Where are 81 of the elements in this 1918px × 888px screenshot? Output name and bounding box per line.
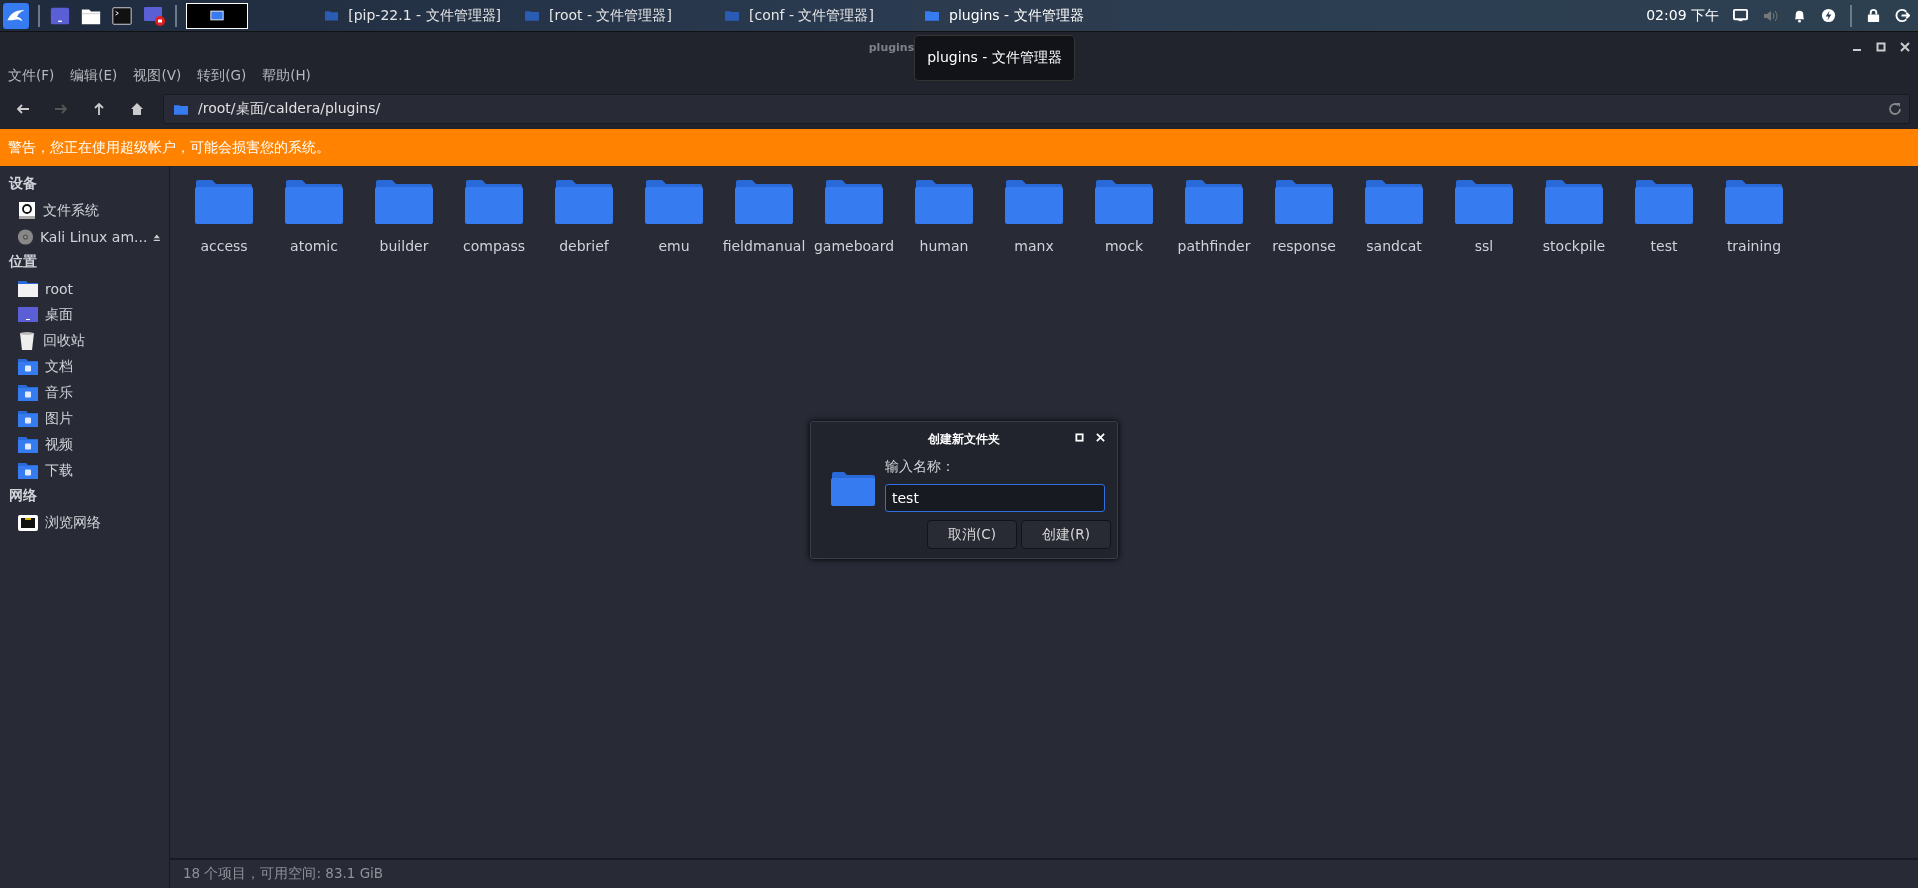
sidebar-item[interactable]: 下载	[45, 462, 73, 480]
menu-item[interactable]: 编辑(E)	[70, 67, 118, 85]
logout-icon[interactable]	[1895, 8, 1910, 23]
pictures-folder-icon	[17, 409, 39, 429]
drive-icon	[17, 201, 37, 221]
sidebar-item[interactable]: 回收站	[43, 332, 85, 350]
window-icon	[210, 10, 224, 21]
sidebar-item[interactable]: 图片	[45, 410, 73, 428]
reload-icon[interactable]	[1887, 101, 1903, 117]
folder-icon	[325, 10, 339, 21]
folder-icon	[831, 472, 875, 506]
sidebar-item[interactable]: 浏览网络	[45, 514, 101, 532]
taskbar-task[interactable]: [root - 文件管理器]	[513, 0, 713, 31]
bell-icon[interactable]	[1792, 8, 1807, 23]
workspace-switcher[interactable]	[186, 2, 248, 29]
folder-name[interactable]: mock	[1105, 238, 1143, 254]
field-label: 输入名称：	[885, 458, 956, 476]
folder-icon	[174, 103, 188, 115]
eject-icon[interactable]	[153, 232, 161, 242]
maximize-icon[interactable]	[1876, 42, 1886, 52]
folder-name[interactable]: human	[919, 238, 969, 254]
disc-icon	[17, 227, 34, 247]
warning-bar: 警告，您正在使用超级帐户，可能会损害您的系统。	[0, 129, 1918, 166]
documents-folder-icon	[17, 357, 39, 377]
folder-name[interactable]: stockpile	[1542, 238, 1606, 254]
terminal-icon[interactable]	[111, 4, 133, 27]
name-field[interactable]: test	[885, 484, 1105, 512]
monitor-icon[interactable]	[1733, 8, 1748, 23]
folder-icon	[525, 10, 539, 21]
create-button[interactable]: 创建(R)	[1021, 520, 1111, 549]
folder-name[interactable]: training	[1726, 238, 1782, 254]
sidebar-item[interactable]: 文件系统	[43, 202, 99, 220]
window-title: plugins	[868, 40, 915, 54]
folder-name[interactable]: builder	[379, 238, 429, 254]
folder-name[interactable]: fieldmanual	[722, 238, 806, 254]
folder-icon	[725, 10, 739, 21]
menu-item[interactable]: 帮助(H)	[262, 67, 311, 85]
home-icon[interactable]	[129, 101, 145, 117]
folder-name[interactable]: access	[200, 238, 248, 254]
taskbar-task[interactable]: [pip-22.1 - 文件管理器]	[313, 0, 513, 31]
folder-name[interactable]: emu	[658, 238, 690, 254]
status-bar: 18 个项目，可用空间: 83.1 GiB	[170, 858, 1918, 888]
tooltip: plugins - 文件管理器	[914, 35, 1075, 81]
trash-icon	[17, 331, 37, 351]
sidebar-item[interactable]: 视频	[45, 436, 73, 454]
folder-name[interactable]: response	[1272, 238, 1336, 254]
sidebar-item[interactable]: 桌面	[45, 306, 73, 324]
clock[interactable]: 02:09 下午	[1646, 6, 1719, 25]
dialog-title: 创建新文件夹	[928, 431, 1000, 447]
sidebar-item[interactable]: root	[45, 281, 74, 297]
music-folder-icon	[17, 383, 39, 403]
menu-item[interactable]: 视图(V)	[133, 67, 182, 85]
sidebar-heading: 网络	[8, 486, 38, 505]
taskbar-task[interactable]: [conf - 文件管理器]	[713, 0, 913, 31]
folder-name[interactable]: atomic	[290, 238, 338, 254]
folder-name[interactable]: gameboard	[813, 238, 895, 254]
sidebar-heading: 位置	[8, 252, 38, 271]
folder-name[interactable]: test	[1650, 238, 1678, 254]
videos-folder-icon	[17, 435, 39, 455]
menu-item[interactable]: 转到(G)	[197, 67, 247, 85]
sidebar-item[interactable]: 音乐	[45, 384, 73, 402]
desktop-icon	[17, 305, 39, 325]
network-icon	[17, 513, 39, 533]
folder-name[interactable]: ssl	[1474, 238, 1494, 254]
folder-name[interactable]: sandcat	[1366, 238, 1422, 254]
close-icon[interactable]	[1900, 42, 1910, 52]
power-bolt-icon[interactable]	[1821, 8, 1836, 23]
sidebar-heading: 设备	[7, 174, 38, 193]
folder-name[interactable]: manx	[1014, 238, 1054, 254]
downloads-folder-icon	[17, 461, 39, 481]
folder-icon	[925, 10, 939, 21]
home-folder-icon	[17, 279, 39, 299]
address-field[interactable]: /root/桌面/caldera/plugins/	[163, 94, 1910, 124]
lock-icon[interactable]	[1866, 8, 1881, 23]
sidebar-item[interactable]: Kali Linux am...	[39, 229, 148, 245]
menu-item[interactable]: 文件(F)	[8, 67, 55, 85]
folder-name[interactable]: pathfinder	[1177, 238, 1251, 254]
sidebar-item[interactable]: 文档	[45, 358, 73, 376]
folder-name[interactable]: compass	[463, 238, 525, 254]
cancel-button[interactable]: 取消(C)	[927, 520, 1017, 549]
folder-name[interactable]: debrief	[559, 238, 609, 254]
